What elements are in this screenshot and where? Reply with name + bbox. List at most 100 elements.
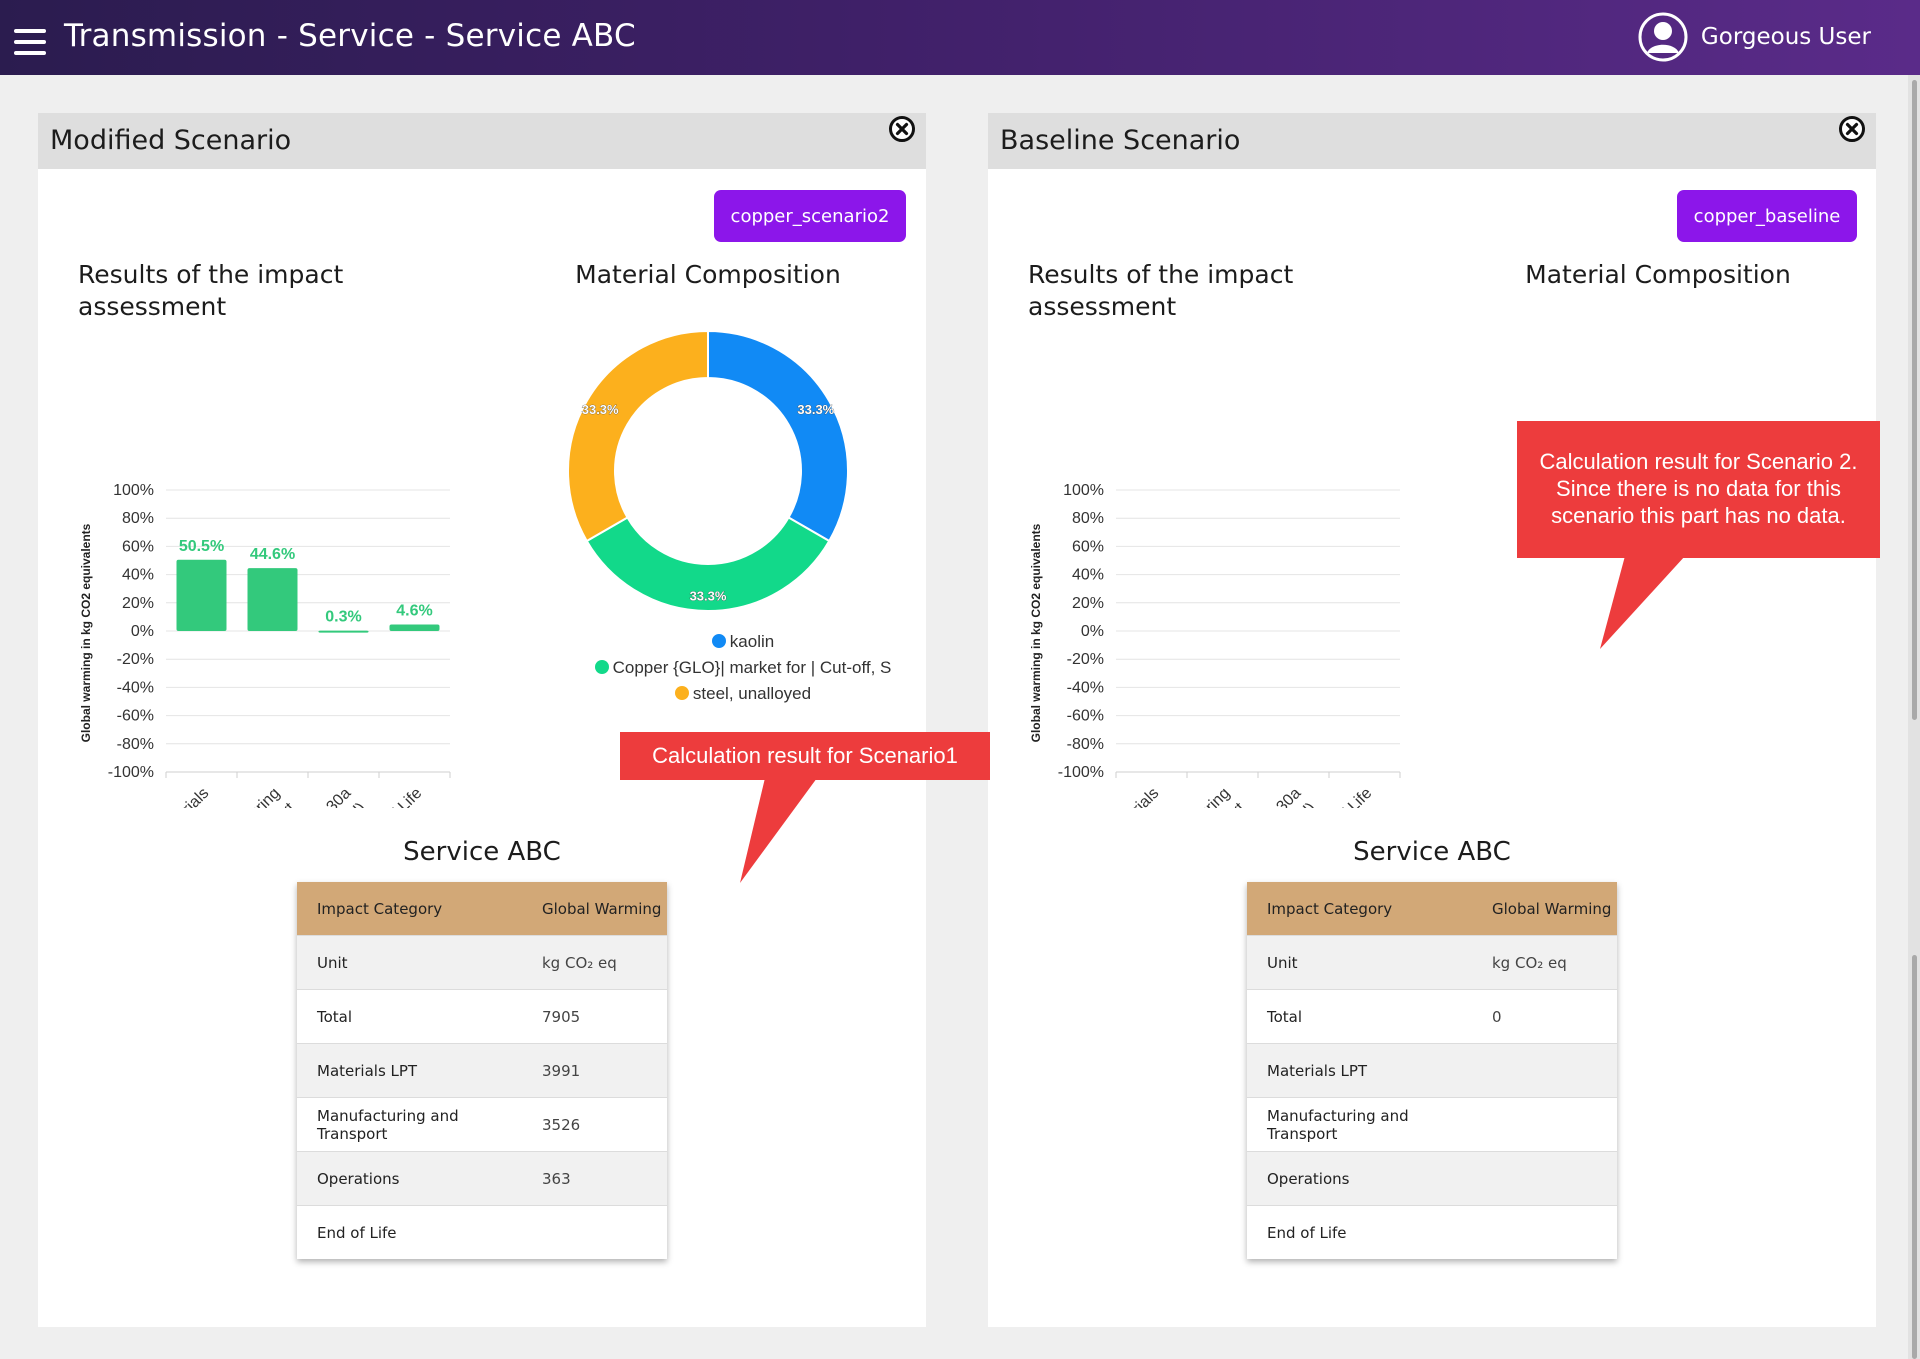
close-icon[interactable] bbox=[889, 116, 915, 142]
y-tick-label: 0% bbox=[1081, 623, 1104, 640]
y-tick-label: -100% bbox=[108, 764, 154, 781]
y-tick-label: 40% bbox=[122, 567, 154, 584]
scrollbar-thumb[interactable] bbox=[1912, 80, 1917, 720]
table-row: End of Life bbox=[297, 1205, 667, 1259]
y-axis-label: Global warming in kg CO2 equivalents bbox=[79, 523, 93, 742]
legend-marker bbox=[594, 660, 609, 674]
scenario2-callout: Calculation result for Scenario 2. Since… bbox=[1517, 421, 1880, 558]
row-value: 3526 bbox=[522, 1097, 667, 1152]
row-label: Materials LPT bbox=[297, 1043, 522, 1098]
modified-scenario-panel: Modified Scenario copper_scenario2 Resul… bbox=[38, 113, 926, 1327]
y-tick-label: -100% bbox=[1058, 764, 1104, 781]
panel-header: Baseline Scenario bbox=[988, 113, 1876, 169]
data-label: 4.6% bbox=[396, 603, 432, 620]
row-value: 0 bbox=[1472, 989, 1617, 1044]
legend-item[interactable]: steel, unalloyed bbox=[508, 681, 978, 707]
row-label: Operations bbox=[297, 1151, 522, 1206]
row-label: End of Life bbox=[1247, 1205, 1472, 1259]
user-name: Gorgeous User bbox=[1700, 24, 1871, 50]
user-menu[interactable]: Gorgeous User bbox=[1637, 11, 1871, 63]
baseline-scenario-panel: Baseline Scenario copper_baseline Result… bbox=[988, 113, 1876, 1327]
legend-label: steel, unalloyed bbox=[692, 684, 812, 703]
row-label: Operations bbox=[1247, 1151, 1472, 1206]
row-value: 3991 bbox=[522, 1043, 667, 1098]
y-tick-label: 80% bbox=[122, 510, 154, 527]
column-header: Impact Category bbox=[297, 882, 522, 936]
table-row: End of Life bbox=[1247, 1205, 1617, 1259]
table-row: Unit kg CO₂ eq bbox=[1247, 935, 1617, 990]
scenario1-callout: Calculation result for Scenario1 bbox=[620, 732, 990, 780]
x-tick-label: Materials bbox=[154, 785, 212, 808]
slice-label: 33.3% bbox=[582, 402, 619, 417]
y-tick-label: 20% bbox=[1072, 595, 1104, 612]
y-tick-label: 80% bbox=[1072, 510, 1104, 527]
bar bbox=[247, 568, 298, 631]
row-label: Total bbox=[297, 989, 522, 1044]
row-label: Materials LPT bbox=[1247, 1043, 1472, 1098]
impact-bar-chart: Global warming in kg CO2 equivalents 100%… bbox=[1029, 482, 1401, 808]
user-avatar-icon bbox=[1638, 12, 1688, 62]
table-row: Manufacturing and Transport bbox=[1247, 1097, 1617, 1152]
row-value bbox=[1472, 1151, 1617, 1206]
row-label: End of Life bbox=[297, 1205, 522, 1259]
row-value bbox=[1472, 1205, 1617, 1259]
data-label: 50.5% bbox=[179, 538, 224, 555]
donut-legend: kaolin Copper {GLO}| market for | Cut-off… bbox=[508, 629, 978, 707]
row-label: Manufacturing and Transport bbox=[297, 1097, 522, 1152]
legend-label: kaolin bbox=[729, 632, 775, 651]
legend-label: Copper {GLO}| market for | Cut-off, S bbox=[612, 658, 892, 677]
table-row: Manufacturing and Transport 3526 bbox=[297, 1097, 667, 1152]
y-tick-label: -60% bbox=[1067, 708, 1104, 725]
x-tick-label: Materials bbox=[1104, 785, 1162, 808]
table-row: Operations bbox=[1247, 1151, 1617, 1206]
close-icon[interactable] bbox=[1839, 116, 1865, 142]
y-tick-label: -40% bbox=[1067, 679, 1104, 696]
slice-label: 33.3% bbox=[690, 589, 727, 604]
scenario-button[interactable]: copper_scenario2 bbox=[714, 190, 906, 242]
data-label: 44.6% bbox=[250, 546, 295, 563]
impact-title: Results of the impact assessment bbox=[1028, 260, 1294, 321]
slice-label: 33.3% bbox=[797, 402, 834, 417]
y-tick-label: 40% bbox=[1072, 567, 1104, 584]
row-label: Unit bbox=[1247, 935, 1472, 990]
composition-title: Material Composition bbox=[575, 260, 841, 289]
y-axis-label: Global warming in kg CO2 equivalents bbox=[1029, 523, 1043, 742]
row-label: Manufacturing and Transport bbox=[1247, 1097, 1472, 1152]
y-tick-label: -60% bbox=[117, 708, 154, 725]
row-label: Unit bbox=[297, 935, 522, 990]
callout-pointer bbox=[740, 778, 817, 883]
y-tick-label: 100% bbox=[113, 482, 154, 499]
legend-marker bbox=[711, 634, 726, 648]
y-tick-label: -80% bbox=[1067, 736, 1104, 753]
y-tick-label: 100% bbox=[1063, 482, 1104, 499]
donut-slice bbox=[707, 329, 849, 543]
table-row: Unit kg CO₂ eq bbox=[297, 935, 667, 990]
impact-table: Impact Category Global Warming Unit kg CO… bbox=[1247, 882, 1617, 1259]
bar bbox=[389, 624, 440, 631]
impact-table: Impact Category Global Warming Unit kg CO… bbox=[297, 882, 667, 1259]
scrollbar-thumb-lower[interactable] bbox=[1912, 955, 1917, 1359]
composition-title: Material Composition bbox=[1525, 260, 1791, 289]
top-app-bar: Transmission - Service - Service ABC Gor… bbox=[0, 0, 1920, 75]
y-tick-label: 60% bbox=[122, 538, 154, 555]
y-tick-label: -80% bbox=[117, 736, 154, 753]
hamburger-menu-icon[interactable] bbox=[14, 29, 46, 55]
table-row: Operations 363 bbox=[297, 1151, 667, 1206]
row-value: 363 bbox=[522, 1151, 667, 1206]
column-header: Impact Category bbox=[1247, 882, 1472, 936]
legend-item[interactable]: Copper {GLO}| market for | Cut-off, S bbox=[508, 655, 978, 681]
x-tick-label: End of Life bbox=[1309, 785, 1375, 808]
panel-title: Baseline Scenario bbox=[1000, 125, 1241, 156]
page-title: Transmission - Service - Service ABC bbox=[64, 18, 636, 54]
impact-title: Results of the impact assessment bbox=[78, 260, 344, 321]
scenario-button[interactable]: copper_baseline bbox=[1677, 190, 1857, 242]
bar bbox=[176, 559, 227, 631]
table-row: Total 7905 bbox=[297, 989, 667, 1044]
row-label: Total bbox=[1247, 989, 1472, 1044]
y-tick-label: -20% bbox=[117, 651, 154, 668]
y-tick-label: 0% bbox=[131, 623, 154, 640]
row-value bbox=[1472, 1043, 1617, 1098]
bar bbox=[318, 630, 369, 633]
row-value: kg CO₂ eq bbox=[522, 935, 667, 990]
legend-item[interactable]: kaolin bbox=[508, 629, 978, 655]
